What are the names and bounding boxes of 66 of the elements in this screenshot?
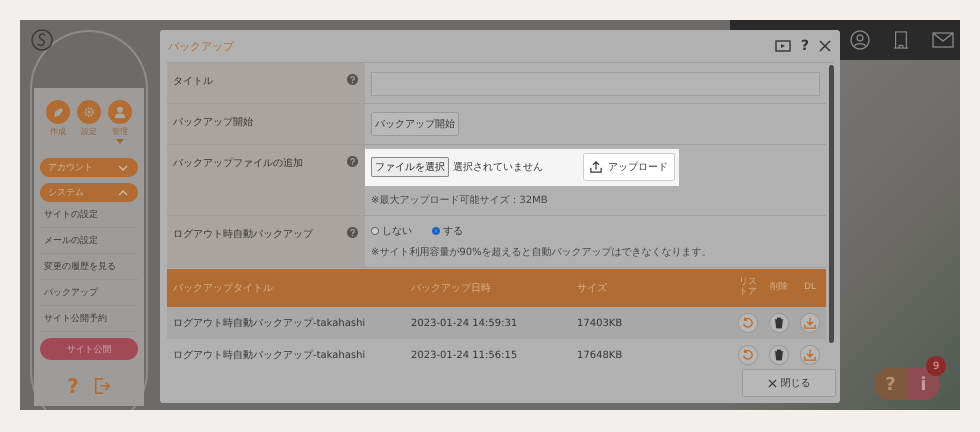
field-label: バックアップ開始 — [173, 116, 253, 129]
gear-icon — [83, 106, 95, 118]
help-icon[interactable] — [347, 74, 358, 85]
building-icon[interactable] — [892, 30, 910, 50]
mail-icon[interactable] — [932, 32, 954, 48]
field-label: タイトル — [173, 75, 213, 88]
menu-item[interactable]: バックアップ — [40, 280, 138, 306]
download-icon — [804, 317, 816, 329]
column-header: 削除 — [769, 283, 789, 293]
menu-item[interactable]: サイト公開予約 — [40, 306, 138, 332]
table-cell-text: 2023-01-24 14:59:31 — [411, 318, 518, 328]
help-icon[interactable] — [347, 156, 358, 167]
section-header[interactable]: システム — [40, 183, 138, 202]
download-button[interactable] — [800, 345, 820, 365]
file-status: 選択されていません — [453, 161, 543, 174]
table-cell-text: 2023-01-24 11:56:15 — [411, 350, 518, 360]
chevron-icon — [118, 190, 128, 196]
table-cell-text: 17403KB — [577, 318, 624, 328]
size-note: ※最大アップロード可能サイズ：32MB — [371, 194, 549, 207]
restore-icon — [742, 349, 754, 361]
scrollbar[interactable] — [829, 65, 834, 343]
column-header: バックアップタイトル — [173, 282, 274, 295]
auto-backup-note: ※サイト利用容量が90%を超えると自動バックアップはできなくなります。 — [371, 246, 713, 259]
trash-icon — [774, 317, 784, 329]
table-cell-text: ログアウト時自動バックアップ-takahashi — [173, 316, 366, 330]
field-label: ログアウト時自動バックアップ — [173, 228, 313, 241]
help-button[interactable]: ? — [874, 368, 907, 400]
logo-icon — [30, 28, 54, 52]
delete-button[interactable] — [769, 313, 789, 333]
publish-button[interactable]: サイト公開 — [40, 338, 138, 360]
person-icon — [113, 105, 127, 119]
delete-button[interactable] — [769, 345, 789, 365]
close-button[interactable]: 閉じる — [742, 369, 836, 397]
video-icon[interactable] — [774, 40, 791, 52]
menu-item[interactable]: 変更の履歴を見る — [40, 254, 138, 280]
download-icon — [804, 349, 816, 361]
download-button[interactable] — [800, 313, 820, 333]
title-input[interactable] — [371, 72, 820, 96]
start-backup-button[interactable]: バックアップ開始 — [371, 112, 459, 136]
menu-item[interactable]: メールの設定 — [40, 228, 138, 254]
column-header: DL — [803, 283, 817, 293]
user-icon[interactable] — [850, 30, 870, 50]
restore-button[interactable] — [738, 313, 758, 333]
dialog-title: バックアップ — [168, 38, 234, 54]
radio-option[interactable]: する — [432, 224, 463, 238]
trash-icon — [774, 349, 784, 361]
column-header: バックアップ日時 — [411, 282, 492, 295]
help-icon[interactable]: ? — [800, 38, 809, 54]
choose-file-button[interactable]: ファイルを選択 — [371, 157, 449, 177]
close-icon — [768, 378, 776, 388]
restore-icon — [742, 317, 754, 329]
column-header: サイズ — [577, 282, 608, 295]
help-icon[interactable] — [347, 227, 358, 238]
upload-icon — [590, 161, 602, 173]
chevron-icon — [118, 164, 128, 170]
section-header[interactable]: アカウント — [40, 158, 138, 177]
table-cell-text: ログアウト時自動バックアップ-takahashi — [173, 348, 366, 362]
column-header: リストア — [738, 278, 758, 298]
table-cell-text: 17648KB — [577, 350, 624, 360]
restore-button[interactable] — [738, 345, 758, 365]
upload-button[interactable]: アップロード — [583, 153, 675, 181]
pen-icon — [52, 106, 64, 118]
menu-item[interactable]: サイトの設定 — [40, 202, 138, 228]
close-icon[interactable] — [819, 40, 831, 52]
radio-option[interactable]: しない — [371, 224, 412, 238]
field-label: バックアップファイルの追加 — [173, 156, 303, 170]
